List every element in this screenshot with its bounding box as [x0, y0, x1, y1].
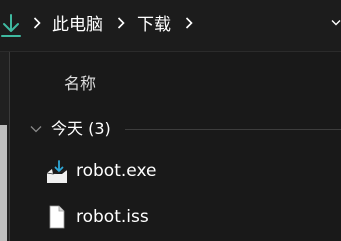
installer-icon: [46, 160, 68, 183]
breadcrumb-this-pc[interactable]: 此电脑: [52, 14, 103, 36]
document-icon: [49, 205, 65, 229]
chevron-down-icon[interactable]: [331, 19, 341, 27]
column-header-name[interactable]: 名称: [64, 73, 96, 95]
group-header-today[interactable]: 今天 (3): [51, 118, 111, 140]
pane-divider[interactable]: [9, 52, 10, 241]
file-name: robot.exe: [76, 161, 157, 181]
file-name: robot.iss: [76, 207, 149, 227]
chevron-right-icon[interactable]: [185, 16, 193, 30]
breadcrumb-downloads[interactable]: 下载: [137, 14, 171, 36]
file-row[interactable]: robot.iss: [44, 203, 341, 233]
chevron-right-icon[interactable]: [117, 16, 125, 30]
chevron-down-icon[interactable]: [30, 125, 42, 133]
group-divider: [125, 129, 341, 130]
address-bar[interactable]: 此电脑 下载: [0, 0, 341, 52]
file-row[interactable]: robot.exe: [44, 157, 341, 187]
download-folder-icon: [1, 14, 21, 37]
chevron-right-icon[interactable]: [33, 16, 41, 30]
navigation-pane-scrollbar[interactable]: [0, 125, 7, 241]
